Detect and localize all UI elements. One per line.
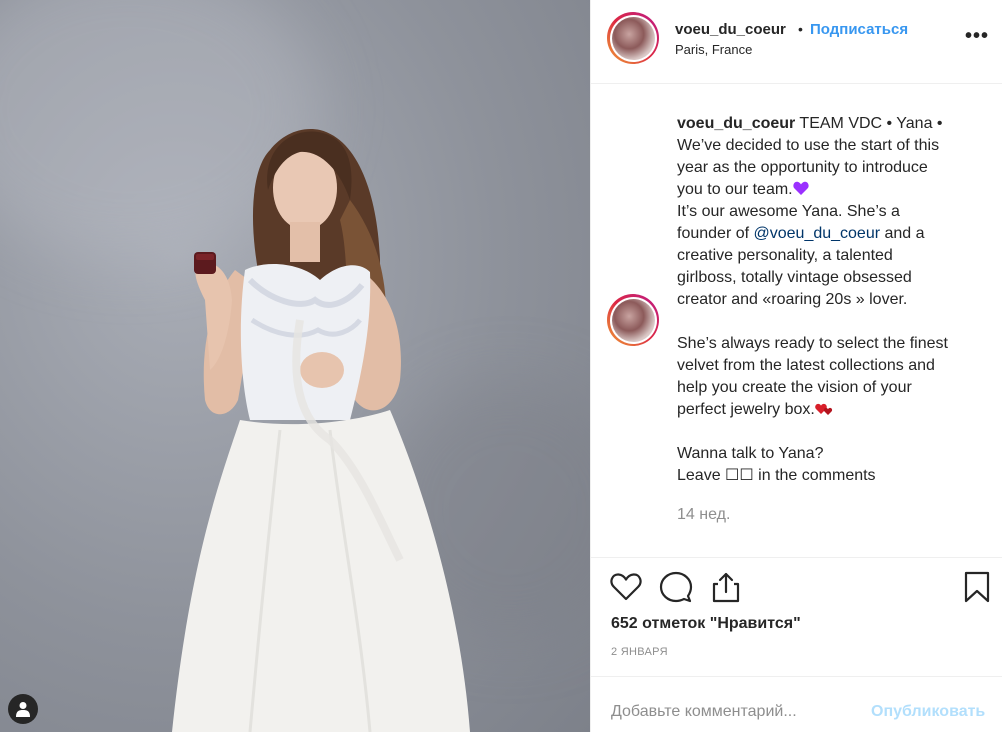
follow-button[interactable]: Подписаться — [810, 21, 908, 38]
comment-bar: Добавьте комментарий... Опубликовать — [591, 676, 1002, 733]
user-tag-button[interactable] — [8, 694, 38, 724]
location-link[interactable]: Paris, France — [675, 42, 752, 57]
heart-icon[interactable] — [609, 570, 643, 604]
post-date: 2 ЯНВАРЯ — [611, 646, 668, 658]
publish-button[interactable]: Опубликовать — [871, 703, 985, 721]
share-icon[interactable] — [709, 570, 743, 604]
mention-link[interactable]: @voeu_du_coeur — [754, 225, 881, 242]
avatar-image — [611, 298, 655, 342]
comment-icon[interactable] — [659, 570, 693, 604]
caption-text-4: Wanna talk to Yana? Leave ☐☐ in the comm… — [677, 445, 876, 484]
bookmark-icon[interactable] — [960, 570, 994, 604]
likes-count[interactable]: 652 отметок "Нравится" — [611, 615, 801, 633]
avatar[interactable] — [607, 12, 659, 64]
two-hearts-icon — [815, 403, 832, 415]
caption-area: voeu_du_coeur TEAM VDC • Yana • We’ve de… — [591, 84, 1002, 556]
avatar-image — [611, 16, 655, 60]
caption-avatar[interactable] — [607, 294, 659, 346]
username-link[interactable]: voeu_du_coeur — [675, 21, 786, 38]
post-caption: voeu_du_coeur TEAM VDC • Yana • We’ve de… — [677, 113, 977, 487]
caption-username[interactable]: voeu_du_coeur — [677, 115, 795, 132]
separator-dot: • — [798, 21, 803, 37]
post-sidebar: voeu_du_coeur • Подписаться Paris, Franc… — [590, 0, 1002, 732]
purple-heart-icon — [793, 181, 809, 195]
bride-figure — [172, 129, 470, 732]
time-ago: 14 нед. — [677, 506, 731, 523]
comment-input[interactable]: Добавьте комментарий... — [611, 703, 797, 721]
more-icon[interactable]: ••• — [965, 25, 989, 48]
post-photo[interactable] — [0, 0, 590, 732]
caption-text-3: and a creative personality, a talented g… — [677, 225, 948, 418]
action-bar — [591, 557, 1002, 618]
user-icon — [16, 702, 30, 717]
post-header: voeu_du_coeur • Подписаться Paris, Franc… — [591, 0, 1002, 84]
